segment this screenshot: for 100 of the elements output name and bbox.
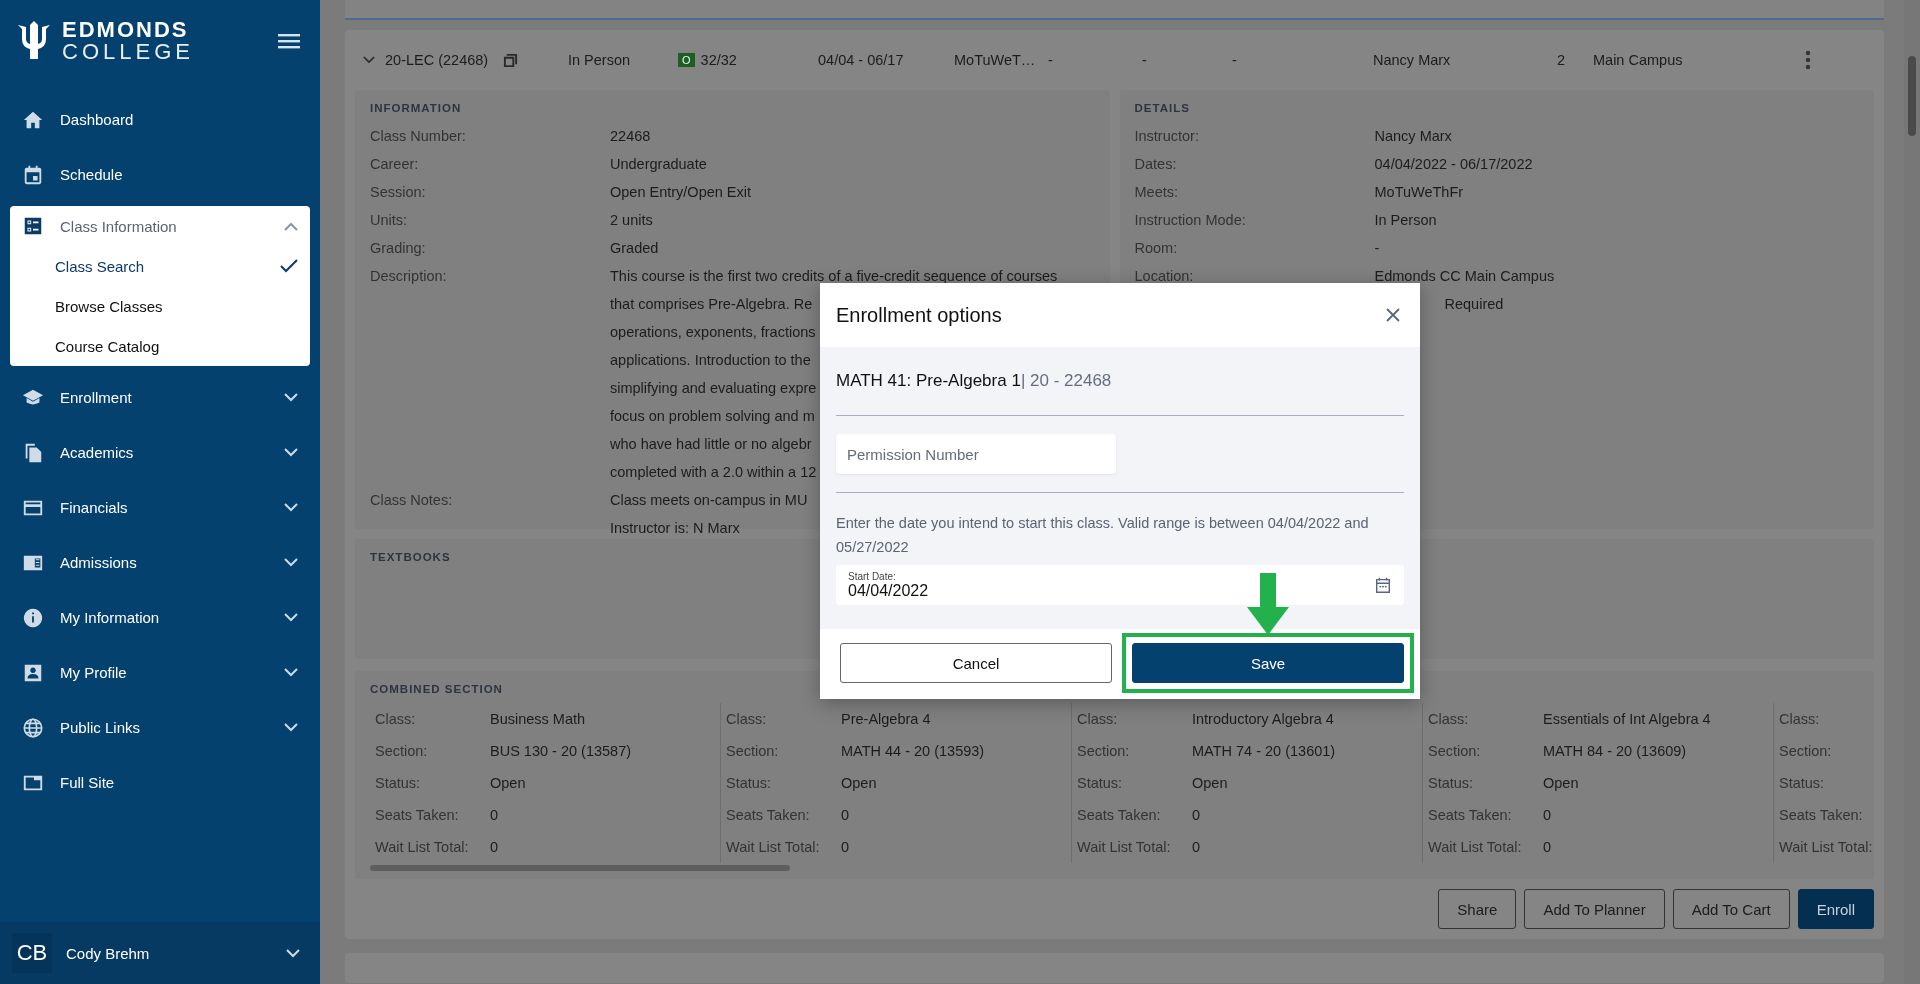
field-value: Open <box>490 774 526 793</box>
field-label: Status: <box>726 774 773 793</box>
field-value: Class meets on-campus in MU <box>610 491 808 510</box>
field-label: Class: <box>1779 710 1821 729</box>
field-value: Essentials of Int Algebra 4 <box>1543 710 1711 729</box>
cancel-button[interactable]: Cancel <box>840 643 1112 683</box>
field-value: MATH 74 - 20 (13601) <box>1192 742 1336 761</box>
field-value: BUS 130 - 20 (13587) <box>490 742 632 761</box>
field-value: Open <box>1192 774 1228 793</box>
field-value: In Person <box>1374 211 1437 230</box>
start-date-field[interactable]: Start Date: 04/04/2022 <box>836 565 1404 605</box>
nav-item[interactable]: Enrollment <box>10 370 310 425</box>
field-label: Class: <box>1428 710 1470 729</box>
nav-item[interactable]: Dashboard <box>10 92 310 147</box>
field-value: operations, exponents, fractions <box>610 323 816 342</box>
field-label: Room: <box>1134 240 1178 256</box>
table-cell-text: - <box>1232 52 1238 68</box>
field-value: completed with a 2.0 within a 12 <box>610 463 817 482</box>
field-label: Seats Taken: <box>1077 806 1162 825</box>
nav-item[interactable]: Schedule <box>10 147 310 202</box>
instructor-name: Nancy Marx <box>1373 52 1452 68</box>
user-initials-avatar: CB <box>12 933 52 973</box>
section-heading: DETAILS <box>1134 102 1191 114</box>
action-button[interactable]: Add To Planner <box>1524 889 1665 929</box>
field-value: 0 <box>1192 838 1201 857</box>
field-value: MoTuWeThFr <box>1374 183 1464 202</box>
section-code: 20-LEC (22468) <box>385 52 490 68</box>
action-button[interactable]: Share <box>1438 889 1517 929</box>
field-value: that comprises Pre-Algebra. Re <box>610 295 813 314</box>
nav-item[interactable]: Class Information <box>10 206 310 246</box>
field-label: Wait List Total: <box>1077 838 1172 857</box>
field-value: Open Entry/Open Exit <box>610 183 752 202</box>
field-label: Class: <box>1077 710 1119 729</box>
nav-item[interactable]: My Profile <box>10 645 310 700</box>
date-range: 04/04 - 06/17 <box>818 52 905 68</box>
field-value: applications. Introduction to the <box>610 351 811 370</box>
field-value: 0 <box>1192 806 1201 825</box>
field-label: Status: <box>1428 774 1475 793</box>
table-cell-text: - <box>1142 52 1148 68</box>
field-value: Open <box>1543 774 1579 793</box>
field-value: simplifying and evaluating expre <box>610 379 817 398</box>
user-name: Cody Brehm <box>66 944 151 962</box>
field-label: Section: <box>1428 742 1482 761</box>
field-value: Pre-Algebra 4 <box>841 710 931 729</box>
field-value: - <box>1374 239 1380 258</box>
field-label: Seats Taken: <box>1428 806 1513 825</box>
field-value: MATH 84 - 20 (13609) <box>1543 742 1687 761</box>
permission-number-field[interactable]: Permission Number <box>836 434 1116 474</box>
meeting-days: MoTuWeT… <box>954 52 1048 68</box>
field-value: Undergraduate <box>610 155 707 174</box>
field-label: Class Number: <box>370 127 467 146</box>
logo-subtitle: COLLEGE <box>62 41 194 63</box>
field-value: Business Math <box>490 710 586 729</box>
field-value: 0 <box>841 806 850 825</box>
nav-item[interactable]: Admissions <box>10 535 310 590</box>
field-label: Wait List Total: <box>1428 838 1523 857</box>
table-cell-text: - <box>1048 52 1054 68</box>
field-label: Location: <box>1134 268 1194 284</box>
field-value: who have had little or no algebr <box>610 435 812 454</box>
user-menu[interactable]: CB Cody Brehm <box>0 922 320 984</box>
action-button[interactable]: Enroll <box>1797 889 1874 929</box>
field-value: Required <box>1444 295 1504 314</box>
field-value: MATH 44 - 20 (13593) <box>841 742 985 761</box>
dialog-title: Enrollment options <box>836 303 1002 327</box>
field-label: Section: <box>375 742 429 761</box>
field-label: Status: <box>1077 774 1124 793</box>
field-value: 04/04/2022 - 06/17/2022 <box>1374 155 1533 174</box>
action-button[interactable]: Add To Cart <box>1672 889 1790 929</box>
units-count: 2 <box>1557 52 1567 68</box>
field-label: Session: <box>370 183 427 202</box>
field-value: 0 <box>1543 838 1552 857</box>
field-label: Career: <box>370 155 420 174</box>
field-label: Seats Taken: <box>375 806 460 825</box>
submenu-item[interactable]: Course Catalog <box>10 326 310 366</box>
save-button[interactable]: Save <box>1132 643 1404 683</box>
field-label: Class: <box>375 710 417 729</box>
campus-name: Main Campus <box>1593 52 1684 68</box>
logo-wordmark: EDMONDS <box>62 19 190 41</box>
course-title: MATH 41: Pre-Algebra 1 <box>836 371 1021 390</box>
nav-item[interactable]: Academics <box>10 425 310 480</box>
nav-item[interactable]: Financials <box>10 480 310 535</box>
field-value: 22468 <box>610 127 651 146</box>
submenu-item[interactable]: Class Search <box>10 246 310 286</box>
field-value: 0 <box>490 838 499 857</box>
field-label: Grading: <box>370 239 427 258</box>
submenu-item[interactable]: Browse Classes <box>10 286 310 326</box>
field-label: Seats Taken: <box>726 806 811 825</box>
field-label: Status: <box>375 774 422 793</box>
nav-item[interactable]: Full Site <box>10 755 310 810</box>
field-label: Seats Taken: <box>1779 806 1864 825</box>
nav-item[interactable]: Public Links <box>10 700 310 755</box>
field-label: Instruction Mode: <box>1134 212 1246 228</box>
field-label: Wait List Total: <box>1779 838 1874 857</box>
field-label: Instructor: <box>1134 128 1199 144</box>
field-label: Section: <box>1779 742 1833 761</box>
field-value: Edmonds CC Main Campus <box>1374 267 1555 286</box>
field-value: Introductory Algebra 4 <box>1192 710 1334 729</box>
nav-item[interactable]: My Information <box>10 590 310 645</box>
field-value: focus on problem solving and m <box>610 407 815 426</box>
section-heading: TEXTBOOKS <box>370 551 452 563</box>
